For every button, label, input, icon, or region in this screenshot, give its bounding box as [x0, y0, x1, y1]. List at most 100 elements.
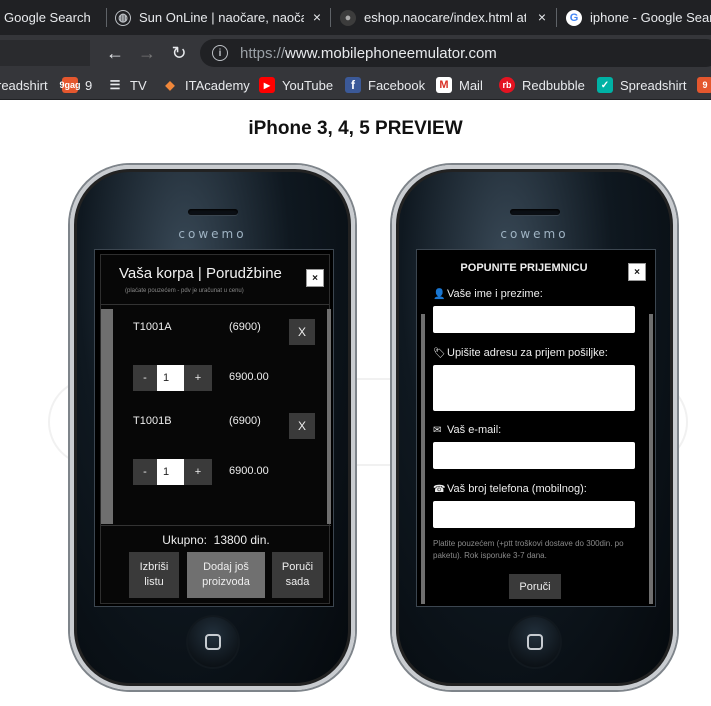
bookmark-facebook[interactable]: f Facebook [345, 76, 425, 94]
bookmark-label: Mail [459, 77, 483, 93]
address-label: 🏷 Upišite adresu za prijem pošiljke: [433, 347, 608, 359]
home-button[interactable] [187, 617, 238, 667]
phone-icon: ☎ [433, 483, 446, 495]
address-textarea[interactable] [433, 365, 635, 411]
forward-icon[interactable]: → [136, 42, 158, 64]
quantity-input[interactable]: 1 [157, 459, 184, 485]
phone-screen: POPUNITE PRIJEMNICU × 👤 Vaše ime i prezi… [416, 249, 656, 607]
url-host: www.mobilephoneemulator.com [285, 44, 497, 62]
tab-google-search[interactable]: Google Search [0, 0, 107, 35]
item-total: 6900.00 [229, 371, 269, 383]
bookmark-spreadshirt[interactable]: ✓ Spreadshirt [597, 76, 686, 94]
button-text: sada [285, 576, 310, 588]
clear-list-button[interactable]: Izbriši listu [129, 552, 179, 598]
bookmark-label: 9 [85, 77, 93, 93]
cart-footer: Ukupno: 13800 din. Izbriši listu Dodaj jo… [101, 525, 331, 605]
browser-tab-bar: Google Search ◍ Sun OnLine | naočare, na… [0, 0, 711, 35]
increment-button[interactable]: + [184, 459, 212, 485]
button-text: Poruči [281, 561, 314, 574]
gmail-icon: M [436, 77, 452, 93]
tab-iphone-search[interactable]: G iphone - Google Search [566, 0, 711, 35]
cart-subtitle: (plaćate pouzećem - pdv je uračunat u ce… [125, 288, 244, 294]
name-field[interactable] [433, 306, 635, 333]
quantity-input[interactable]: 1 [157, 365, 184, 391]
bookmark-9gag[interactable]: 9gag 9 [60, 76, 93, 94]
tab-sun-online[interactable]: ◍ Sun OnLine | naočare, naočare × [115, 0, 327, 35]
form-close-button[interactable]: × [628, 263, 646, 281]
speaker-slot [509, 209, 560, 215]
globe-icon: ◍ [115, 9, 131, 26]
email-field[interactable] [433, 442, 635, 469]
phone-brand-logo: cowemo [500, 227, 569, 241]
add-more-products-button[interactable]: Dodaj još proizvoda [187, 552, 265, 598]
item-price: (6900) [229, 415, 261, 427]
speaker-slot [187, 209, 238, 215]
tab-github[interactable]: ● eshop.naocare/index.html at m × [340, 0, 552, 35]
form-title: POPUNITE PRIJEMNICU [460, 262, 588, 274]
order-now-button[interactable]: Poruči sada [272, 552, 323, 598]
remove-item-button[interactable]: X [289, 413, 315, 439]
bookmark-redbubble[interactable]: rb Redbubble [499, 76, 585, 94]
info-icon[interactable]: i [212, 45, 228, 61]
submit-order-button[interactable]: Poruči [509, 574, 561, 599]
decrement-button[interactable]: - [133, 459, 157, 485]
label-text: Vaš broj telefona (mobilnog): [447, 483, 587, 495]
bookmark-tv[interactable]: ☰ TV [107, 76, 147, 94]
button-text: Dodaj još [203, 561, 249, 574]
envelope-icon: ✉ [433, 424, 442, 436]
remove-item-button[interactable]: X [289, 319, 315, 345]
phone-label: ☎ Vaš broj telefona (mobilnog): [433, 483, 587, 495]
redbubble-icon: rb [499, 77, 515, 93]
home-square-icon [204, 634, 221, 650]
address-bar[interactable]: i https:// www.mobilephoneemulator.com [200, 39, 711, 67]
cart-title: Vaša korpa | Porudžbine [119, 265, 282, 282]
tv-icon: ☰ [109, 78, 121, 92]
total-value: 13800 din. [213, 533, 270, 547]
phone-screen: Vaša korpa | Porudžbine (plaćate pouzeće… [94, 249, 334, 607]
bookmark-label: Redbubble [522, 77, 585, 93]
tab-divider [556, 8, 557, 27]
reload-icon[interactable]: ↻ [168, 42, 190, 64]
cart-close-button[interactable]: × [306, 269, 324, 287]
bookmark-label: YouTube [282, 77, 334, 93]
increment-button[interactable]: + [184, 365, 212, 391]
quantity-stepper: - 1 + [133, 459, 213, 485]
bookmark-itacademy[interactable]: ◆ ITAcademy [162, 76, 249, 94]
close-icon[interactable]: × [538, 9, 546, 25]
scrollbar-left [421, 314, 425, 604]
scrollbar-right [649, 314, 653, 604]
home-square-icon [526, 634, 543, 650]
bookmark-label: Facebook [368, 77, 426, 93]
back-icon[interactable]: ← [104, 42, 126, 64]
tag-icon: 🏷 [433, 347, 446, 359]
tab-divider [106, 8, 107, 27]
user-icon: 👤 [433, 288, 446, 300]
name-label: 👤 Vaše ime i prezime: [433, 288, 543, 300]
facebook-icon: f [345, 77, 361, 93]
9gag-icon: 9gag [60, 77, 81, 93]
bookmark-label: readshirt [0, 77, 48, 93]
label-text: Upišite adresu za prijem pošiljke: [447, 347, 608, 359]
label-text: Vaš e-mail: [447, 424, 502, 436]
close-icon[interactable]: × [313, 9, 321, 25]
bookmark-mail[interactable]: M Mail [436, 76, 483, 94]
phone-field[interactable] [433, 501, 635, 528]
phone-brand-logo: cowemo [178, 227, 247, 241]
decrement-button[interactable]: - [133, 365, 157, 391]
github-icon: ● [340, 9, 356, 26]
tab-title: Google Search [4, 10, 91, 25]
bookmark-spreadshirt-partial[interactable]: readshirt [0, 76, 48, 94]
delivery-note: Platite pouzećem (+ptt troškovi dostave … [433, 539, 624, 560]
home-button[interactable] [509, 617, 560, 667]
total-label: Ukupno: [162, 533, 207, 547]
cart-total: Ukupno: 13800 din. [101, 533, 331, 547]
quantity-stepper: - 1 + [133, 365, 213, 391]
bookmark-9gag-partial[interactable]: 9 [697, 76, 711, 94]
page-title: iPhone 3, 4, 5 PREVIEW [248, 118, 463, 139]
label-text: Vaše ime i prezime: [447, 288, 543, 300]
scrollbar-left[interactable] [101, 309, 113, 524]
bookmark-youtube[interactable]: ▶ YouTube [259, 76, 333, 94]
browser-toolbar: ← → ↻ i https:// www.mobilephoneemulator… [0, 35, 711, 70]
bookmark-label: TV [130, 77, 147, 93]
bookmarks-bar: readshirt 9gag 9 ☰ TV ◆ ITAcademy ▶ YouT… [0, 70, 711, 100]
